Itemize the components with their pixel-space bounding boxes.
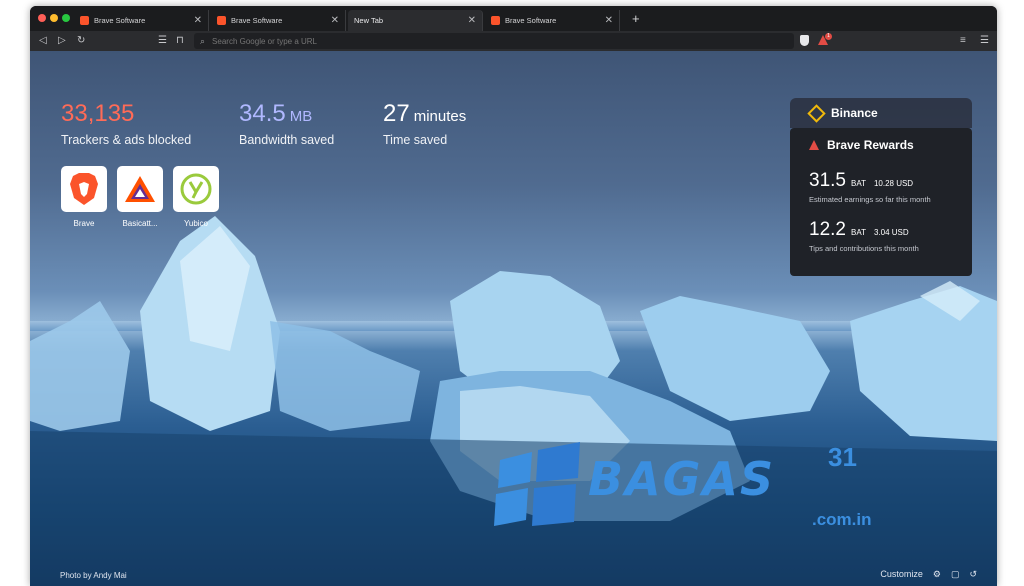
rewards-earnings: 31.5 BAT 10.28 USD Estimated earnings so f…	[809, 170, 931, 204]
close-window-button[interactable]	[38, 14, 46, 22]
toolbar: ◁ ▷ ↻ ☰ ⊓ ⌕ 1 ≡ ☰	[30, 31, 997, 51]
bookmarks-icon[interactable]: ▢	[951, 569, 960, 580]
tab-brave-software-3[interactable]: Brave Software ✕	[485, 10, 620, 31]
time-label: Time saved	[383, 133, 448, 147]
bagas31-watermark: BAGAS 31 .com.in	[490, 440, 890, 540]
tab-brave-software-2[interactable]: Brave Software ✕	[211, 10, 346, 31]
history-icon[interactable]: ↺	[969, 569, 977, 580]
top-site-brave[interactable]: Brave	[61, 166, 107, 228]
bandwidth-label: Bandwidth saved	[239, 133, 335, 147]
top-site-yubico[interactable]: Yubico	[173, 166, 219, 228]
reload-icon[interactable]: ↻	[77, 34, 85, 48]
close-tab-icon[interactable]: ✕	[468, 15, 476, 26]
brave-favicon-icon	[491, 16, 500, 25]
minimize-window-button[interactable]	[50, 14, 58, 22]
footer-controls: Customize ⚙ ▢ ↺	[880, 569, 977, 580]
rewards-badge: 1	[825, 33, 832, 40]
time-value: 27	[383, 100, 410, 127]
binance-icon	[807, 103, 826, 123]
new-tab-button[interactable]: +	[632, 12, 640, 25]
tab-strip: Brave Software ✕ Brave Software ✕ New Ta…	[30, 6, 997, 31]
url-input[interactable]	[210, 35, 794, 47]
brave-favicon-icon	[217, 16, 226, 25]
menu-icon[interactable]: ☰	[980, 34, 989, 48]
brave-lion-icon	[61, 166, 107, 212]
brave-rewards-widget[interactable]: Brave Rewards 31.5 BAT 10.28 USD Estimated…	[790, 128, 972, 276]
windows-logo-icon	[494, 442, 580, 526]
rewards-title: Brave Rewards	[827, 138, 914, 152]
customize-link[interactable]: Customize	[880, 569, 923, 580]
stat-bandwidth-saved: 34.5 MB Bandwidth saved	[239, 100, 335, 148]
tab-new-tab[interactable]: New Tab ✕	[348, 10, 483, 31]
time-unit: minutes	[413, 108, 467, 125]
trackers-label: Trackers & ads blocked	[61, 133, 192, 147]
close-tab-icon[interactable]: ✕	[605, 15, 613, 26]
stat-trackers-blocked: 33,135 Trackers & ads blocked	[61, 100, 192, 148]
bandwidth-value: 34.5	[239, 100, 286, 127]
watermark-text: BAGAS	[588, 452, 776, 506]
zoom-window-button[interactable]	[62, 14, 70, 22]
brave-rewards-icon	[809, 140, 819, 150]
brave-favicon-icon	[80, 16, 89, 25]
binance-title: Binance	[831, 106, 878, 120]
reader-mode-icon[interactable]: ☰	[158, 34, 167, 48]
playlist-icon[interactable]: ≡	[960, 34, 966, 48]
brave-shields-icon[interactable]	[800, 35, 809, 46]
top-site-basicattention[interactable]: Basicatt...	[117, 166, 163, 228]
search-icon: ⌕	[200, 35, 206, 46]
close-tab-icon[interactable]: ✕	[194, 15, 202, 26]
settings-icon[interactable]: ⚙	[933, 569, 941, 580]
basic-attention-token-icon	[117, 166, 163, 212]
yubico-icon	[173, 166, 219, 212]
watermark-domain: .com.in	[812, 510, 872, 529]
trackers-count: 33,135	[61, 100, 135, 127]
binance-widget[interactable]: Binance	[790, 98, 972, 128]
tab-brave-software-1[interactable]: Brave Software ✕	[74, 10, 209, 31]
rewards-tips: 12.2 BAT 3.04 USD Tips and contributions t…	[809, 219, 919, 253]
close-tab-icon[interactable]: ✕	[331, 15, 339, 26]
stat-time-saved: 27 minutes Time saved	[383, 100, 467, 148]
bandwidth-unit: MB	[289, 108, 313, 125]
back-icon[interactable]: ◁	[39, 34, 47, 48]
watermark-number: 31	[828, 442, 857, 472]
bookmark-icon[interactable]: ⊓	[176, 34, 184, 48]
forward-icon[interactable]: ▷	[58, 34, 66, 48]
address-bar[interactable]: ⌕	[194, 33, 794, 49]
